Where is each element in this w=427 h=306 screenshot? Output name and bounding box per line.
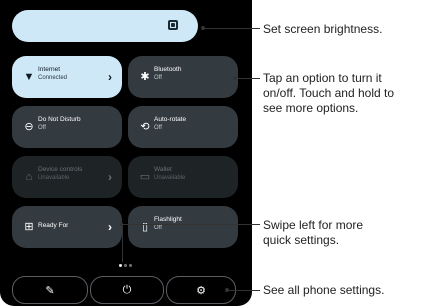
chevron-right-icon[interactable]: › <box>108 56 112 98</box>
brightness-slider[interactable] <box>12 10 198 42</box>
annotation-line: quick settings. <box>263 233 340 247</box>
tile-label: Auto-rotate <box>154 116 187 123</box>
edit-button[interactable]: ✎ <box>12 276 88 304</box>
tile-state: Unavailable <box>38 175 70 181</box>
page-dot-active <box>119 264 122 267</box>
tile-do-not-disturb[interactable]: ⊖ Do Not Disturb Off <box>12 106 122 148</box>
tile-state: Unavailable <box>154 175 186 181</box>
tile-label: Flashlight <box>154 216 182 223</box>
tile-device-controls[interactable]: ⌂ Device controls Unavailable › <box>12 156 122 198</box>
tile-auto-rotate[interactable]: ⟲ Auto-rotate Off <box>128 106 238 148</box>
annotation-swipe: Swipe left for more quick settings. <box>263 218 363 248</box>
tile-state: Off <box>154 125 162 131</box>
tile-state: Off <box>154 225 162 231</box>
annotation-tap-options: Tap an option to turn it on/off. Touch a… <box>263 71 394 116</box>
quick-settings-panel: ▼ Internet Connected › ✱ Bluetooth Off ⊖… <box>0 0 252 306</box>
pencil-icon: ✎ <box>45 284 55 297</box>
callout-line-brightness <box>201 25 260 30</box>
bluetooth-icon: ✱ <box>140 70 150 83</box>
callout-line-swipe <box>119 221 260 226</box>
grid-icon: ⊞ <box>24 220 34 233</box>
wallet-icon: ▭ <box>139 170 151 183</box>
tile-label: Device controls <box>38 166 83 173</box>
annotation-settings: See all phone settings. <box>263 283 385 297</box>
annotation-line: Swipe left for more <box>263 218 364 232</box>
tile-wallet[interactable]: ▭ Wallet Unavailable <box>128 156 238 198</box>
annotation-brightness: Set screen brightness. <box>263 22 383 36</box>
do-not-disturb-icon: ⊖ <box>24 120 34 133</box>
callout-line-settings <box>225 287 260 292</box>
page-dot <box>124 264 127 267</box>
power-icon: ⏻ <box>122 283 132 296</box>
tile-internet[interactable]: ▼ Internet Connected › <box>12 56 122 98</box>
gear-icon: ⚙ <box>196 284 206 297</box>
tile-bluetooth[interactable]: ✱ Bluetooth Off <box>128 56 238 98</box>
flashlight-icon: ▯ <box>141 220 149 233</box>
annotation-line: on/off. Touch and hold to <box>263 86 394 100</box>
tile-label: Internet <box>38 66 61 73</box>
tile-label: Do Not Disturb <box>38 116 81 123</box>
page-dot <box>129 264 132 267</box>
chevron-right-icon[interactable]: › <box>108 156 112 198</box>
brightness-icon[interactable] <box>168 20 178 30</box>
annotation-line: see more options. <box>263 101 359 115</box>
home-icon: ⌂ <box>25 170 33 183</box>
tile-state: Off <box>38 125 46 131</box>
tile-label: Wallet <box>154 166 172 173</box>
tile-state: Off <box>154 75 162 81</box>
tile-label: Ready For <box>38 222 69 229</box>
tile-ready-for[interactable]: ⊞ Ready For › <box>12 206 122 248</box>
annotation-line: Tap an option to turn it <box>263 71 382 85</box>
chevron-right-icon[interactable]: › <box>108 206 112 248</box>
power-button[interactable]: ⏻ <box>90 276 164 304</box>
callout-line-options <box>233 75 260 80</box>
wifi-icon: ▼ <box>23 70 35 83</box>
tile-state: Connected <box>38 75 68 81</box>
tile-label: Bluetooth <box>154 66 182 73</box>
callout-line-swipe-vertical <box>122 224 123 262</box>
auto-rotate-icon: ⟲ <box>140 120 150 133</box>
tile-flashlight[interactable]: ▯ Flashlight Off <box>128 206 238 248</box>
